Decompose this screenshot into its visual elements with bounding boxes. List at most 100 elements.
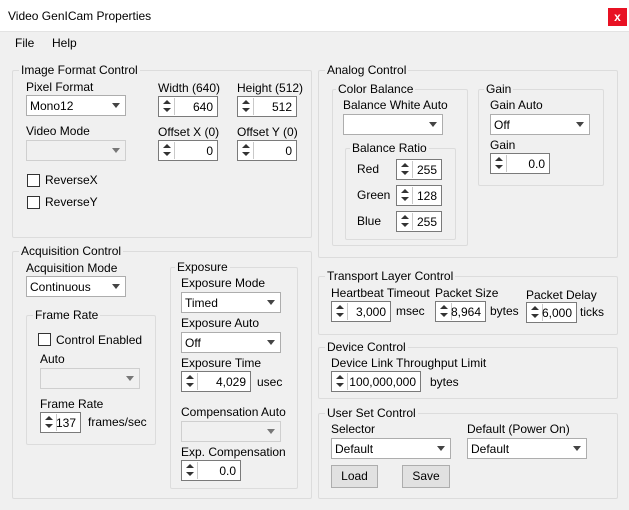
packet-size-value: 8,964 <box>450 305 481 319</box>
balance-white-auto-label: Balance White Auto <box>343 98 448 112</box>
spin-down-icon <box>440 313 448 317</box>
menu-file[interactable]: File <box>15 36 34 50</box>
spin-buttons[interactable] <box>492 155 507 172</box>
spin-up-icon <box>186 375 194 379</box>
exposure-time-unit: usec <box>257 375 283 389</box>
balance-white-auto-select[interactable] <box>343 114 443 135</box>
exposure-mode-value: Timed <box>185 296 218 310</box>
chevron-down-icon <box>267 429 275 434</box>
gain-input[interactable]: 0.0 <box>490 153 550 174</box>
spin-buttons[interactable] <box>398 213 413 230</box>
gain-auto-select[interactable]: Off <box>490 114 590 135</box>
spin-up-icon <box>242 144 250 148</box>
video-mode-select[interactable] <box>26 140 126 161</box>
red-input[interactable]: 255 <box>396 159 442 180</box>
save-button[interactable]: Save <box>402 465 450 488</box>
spin-buttons[interactable] <box>160 98 175 115</box>
spin-up-icon <box>440 305 448 309</box>
offset-x-value: 0 <box>206 144 213 158</box>
chevron-down-icon <box>126 376 134 381</box>
chevron-down-icon <box>429 122 437 127</box>
selector-label: Selector <box>331 422 376 436</box>
packet-size-unit: bytes <box>490 304 519 318</box>
exposure-mode-select[interactable]: Timed <box>181 292 281 313</box>
exp-compensation-input[interactable]: 0.0 <box>181 460 241 481</box>
spin-down-icon <box>163 108 171 112</box>
spin-buttons[interactable] <box>333 373 348 390</box>
packet-delay-unit: ticks <box>580 305 604 319</box>
compensation-auto-label: Compensation Auto <box>181 405 286 419</box>
acquisition-mode-select[interactable]: Continuous <box>26 276 126 297</box>
selector-value: Default <box>335 442 374 456</box>
selector-select[interactable]: Default <box>331 438 451 459</box>
pixel-format-select[interactable]: Mono12 <box>26 95 126 116</box>
blue-input[interactable]: 255 <box>396 211 442 232</box>
spin-buttons[interactable] <box>528 304 543 321</box>
spin-buttons[interactable] <box>437 303 452 320</box>
exposure-auto-select[interactable]: Off <box>181 332 281 353</box>
spin-buttons[interactable] <box>160 142 175 159</box>
offset-x-input[interactable]: 0 <box>158 140 218 161</box>
blue-label: Blue <box>357 214 382 228</box>
spin-up-icon <box>531 306 539 310</box>
pixel-format-label: Pixel Format <box>26 80 94 94</box>
spin-up-icon <box>336 375 344 379</box>
throughput-input[interactable]: 100,000,000 <box>331 371 421 392</box>
compensation-auto-select[interactable] <box>181 421 281 442</box>
height-input[interactable]: 512 <box>237 96 297 117</box>
heartbeat-value: 3,000 <box>355 305 386 319</box>
exposure-time-input[interactable]: 4,029 <box>181 371 251 392</box>
gain-auto-label: Gain Auto <box>490 98 543 112</box>
green-value: 128 <box>416 189 437 203</box>
exposure-group-title: Exposure <box>175 260 230 274</box>
close-button[interactable]: x <box>608 8 627 26</box>
control-enabled-checkbox[interactable] <box>38 333 51 346</box>
default-power-on-select[interactable]: Default <box>467 438 587 459</box>
reverse-y-checkbox[interactable] <box>27 196 40 209</box>
menu-help[interactable]: Help <box>52 36 77 50</box>
spin-buttons[interactable] <box>42 414 57 431</box>
user-set-title: User Set Control <box>325 406 418 420</box>
default-power-on-value: Default <box>471 442 510 456</box>
frame-rate-value: 137 <box>55 416 76 430</box>
spin-buttons[interactable] <box>398 161 413 178</box>
width-input[interactable]: 640 <box>158 96 218 117</box>
red-value: 255 <box>416 163 437 177</box>
frame-rate-input[interactable]: 137 <box>40 412 81 433</box>
load-button[interactable]: Load <box>331 465 378 488</box>
analog-title: Analog Control <box>325 63 409 77</box>
green-input[interactable]: 128 <box>396 185 442 206</box>
packet-size-label: Packet Size <box>435 286 499 300</box>
balance-ratio-title: Balance Ratio <box>350 141 429 155</box>
frame-rate-unit: frames/sec <box>88 415 147 429</box>
exposure-auto-value: Off <box>185 336 201 350</box>
reverse-x-checkbox[interactable] <box>27 174 40 187</box>
frame-rate-auto-select[interactable] <box>40 368 140 389</box>
height-value: 512 <box>271 100 292 114</box>
acquisition-mode-value: Continuous <box>30 280 91 294</box>
exposure-mode-label: Exposure Mode <box>181 276 266 290</box>
spin-down-icon <box>401 171 409 175</box>
spin-up-icon <box>242 100 250 104</box>
spin-buttons[interactable] <box>183 373 198 390</box>
spin-down-icon <box>401 197 409 201</box>
spin-buttons[interactable] <box>183 462 198 479</box>
packet-delay-value: 6,000 <box>541 306 572 320</box>
gain-label: Gain <box>490 138 516 152</box>
packet-size-input[interactable]: 8,964 <box>435 301 486 322</box>
packet-delay-input[interactable]: 6,000 <box>526 302 577 323</box>
heartbeat-input[interactable]: 3,000 <box>331 301 391 322</box>
spin-down-icon <box>242 152 250 156</box>
spin-buttons[interactable] <box>239 98 254 115</box>
offset-y-input[interactable]: 0 <box>237 140 297 161</box>
frame-rate-group-title: Frame Rate <box>33 308 101 322</box>
heartbeat-label: Heartbeat Timeout <box>331 286 430 300</box>
spin-buttons[interactable] <box>398 187 413 204</box>
spin-up-icon <box>401 189 409 193</box>
spin-buttons[interactable] <box>333 303 348 320</box>
chevron-down-icon <box>112 103 120 108</box>
spin-down-icon <box>186 383 194 387</box>
height-label: Height (512) <box>237 81 304 95</box>
chevron-down-icon <box>267 300 275 305</box>
spin-buttons[interactable] <box>239 142 254 159</box>
